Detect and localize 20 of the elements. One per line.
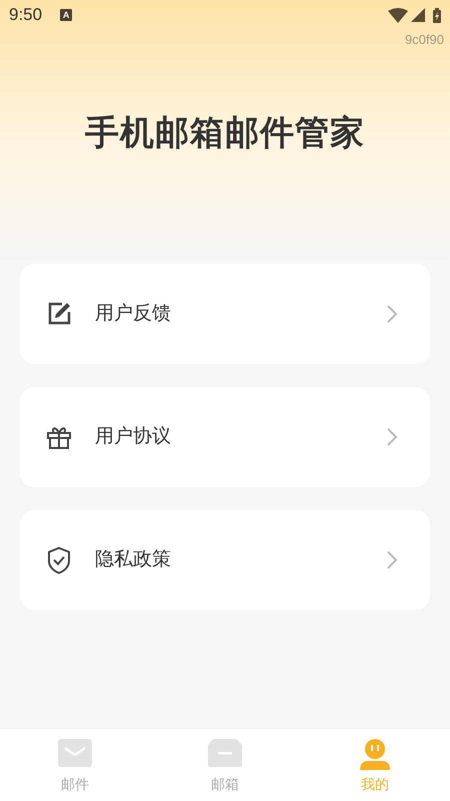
person-icon: [358, 739, 392, 770]
chevron-right-icon: [386, 427, 398, 447]
menu-item[interactable]: 用户协议: [20, 387, 430, 487]
app-title: 手机邮箱邮件管家: [85, 112, 365, 154]
menu-label: 用户协议: [95, 424, 171, 449]
inbox-icon: [208, 739, 242, 770]
chevron-right-icon: [386, 550, 398, 570]
status-time: 9:50: [9, 4, 42, 26]
battery-icon: [433, 8, 441, 22]
chevron-right-icon: [386, 304, 398, 324]
signal-icon: [411, 8, 425, 22]
build-tag: 9c0f90: [404, 30, 444, 50]
menu-item[interactable]: 用户反馈: [20, 264, 430, 364]
notification-icon: A: [60, 9, 72, 21]
menu-label: 用户反馈: [95, 302, 171, 326]
menu-label: 隐私政策: [95, 548, 171, 572]
envelope-icon: [58, 739, 92, 770]
wifi-icon: [388, 8, 408, 22]
menu-item[interactable]: 隐私政策: [20, 510, 430, 610]
shield-check-icon: [45, 546, 73, 574]
